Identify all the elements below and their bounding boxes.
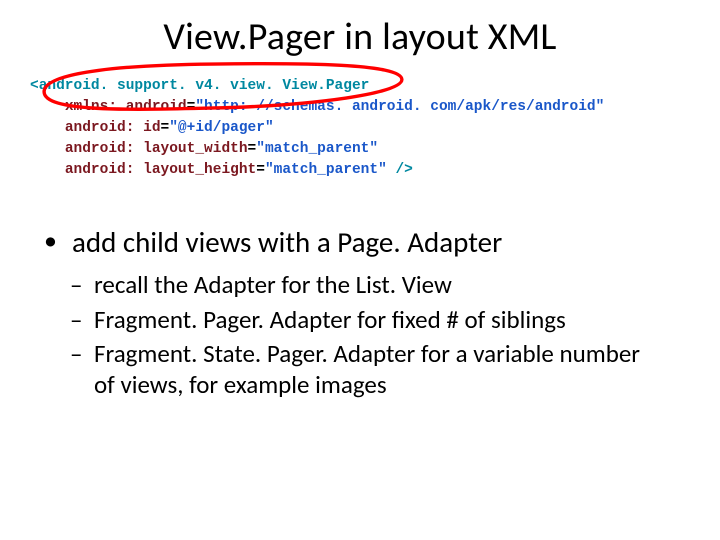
xml-code-snippet: <android. support. v4. view. View.Pager … <box>30 76 690 181</box>
equals-sign: = <box>256 162 265 178</box>
xml-attr-xmlns: xmlns: android <box>65 99 187 115</box>
xml-val-width: "match_parent" <box>256 141 378 157</box>
bullet-level2: Fragment. Pager. Adapter for fixed # of … <box>70 305 654 336</box>
xml-val-id: "@+id/pager" <box>169 120 273 136</box>
slide: View.Pager in layout XML <android. suppo… <box>0 0 720 540</box>
bullet-level1: add child views with a Page. Adapter <box>44 224 674 260</box>
bullet-level2: Fragment. State. Pager. Adapter for a va… <box>70 339 654 400</box>
xml-attr-height: android: layout_height <box>65 162 256 178</box>
slide-title: View.Pager in layout XML <box>0 14 720 60</box>
xml-tag-open: <android. support. v4. view. View.Pager <box>30 78 369 94</box>
xml-tag-close: /> <box>387 162 413 178</box>
xml-val-height: "match_parent" <box>265 162 387 178</box>
xml-attr-id: android: id <box>65 120 161 136</box>
bullet-list: add child views with a Page. Adapter rec… <box>44 224 674 404</box>
bullet-level2: recall the Adapter for the List. View <box>70 270 654 301</box>
xml-val-xmlns: "http: //schemas. android. com/apk/res/a… <box>195 99 604 115</box>
equals-sign: = <box>248 141 257 157</box>
equals-sign: = <box>161 120 170 136</box>
xml-attr-width: android: layout_width <box>65 141 248 157</box>
